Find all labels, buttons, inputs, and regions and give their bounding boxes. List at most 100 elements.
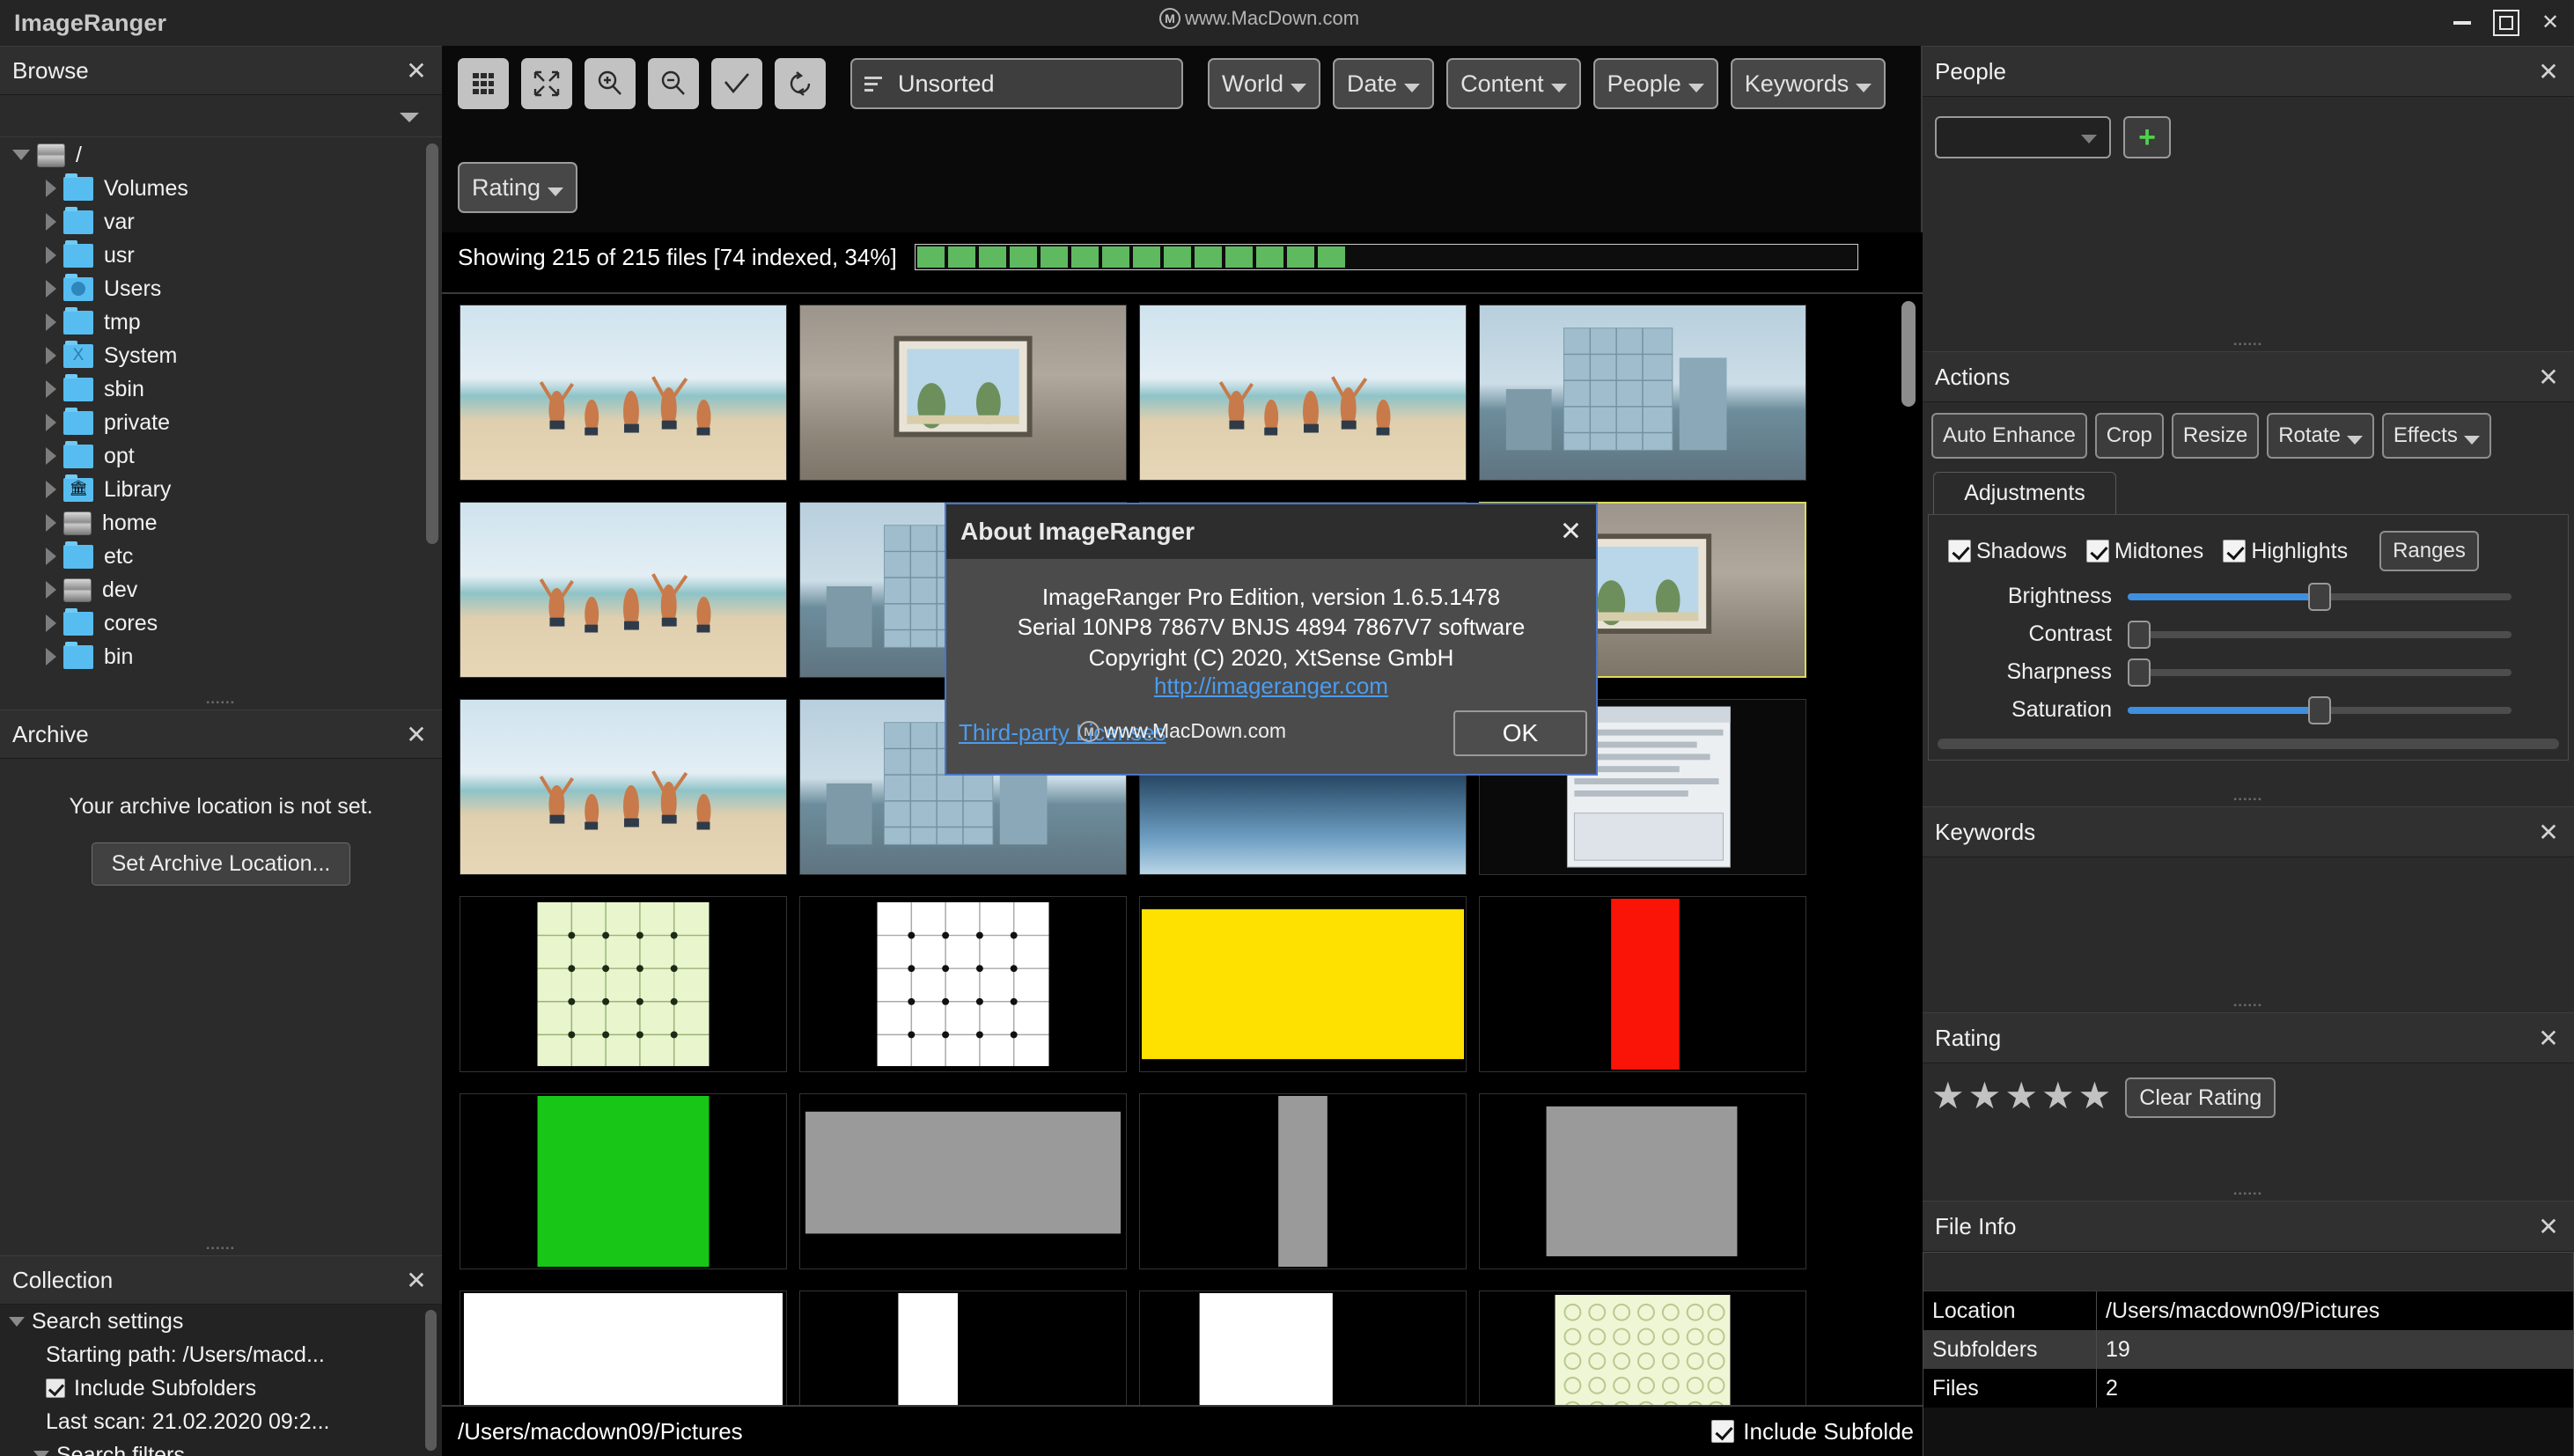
rating-star[interactable]: ★ [1931, 1077, 1965, 1114]
chevron-right-icon[interactable] [46, 180, 56, 197]
thumbnail-item[interactable] [799, 896, 1127, 1072]
collection-item[interactable]: Include Subfolders [0, 1371, 442, 1405]
close-icon[interactable]: ✕ [2535, 8, 2565, 38]
thumbnail-item[interactable] [799, 305, 1127, 481]
thumbnail-grid-area[interactable] [442, 292, 1923, 1405]
rating-star[interactable]: ★ [2041, 1077, 2075, 1114]
filter-date-button[interactable]: Date [1333, 58, 1435, 109]
chevron-right-icon[interactable] [46, 213, 56, 231]
about-close-icon[interactable]: ✕ [1560, 517, 1582, 548]
folder-tree-item[interactable]: System [0, 339, 442, 372]
chevron-right-icon[interactable] [46, 313, 56, 331]
chevron-right-icon[interactable] [46, 347, 56, 364]
chevron-down-icon[interactable] [33, 1450, 49, 1456]
highlights-toggle[interactable]: Highlights [2223, 539, 2348, 564]
rating-star[interactable]: ★ [2004, 1077, 2038, 1114]
thumbnail-item[interactable] [1139, 305, 1467, 481]
filter-world-button[interactable]: World [1208, 58, 1321, 109]
slider-handle[interactable] [2128, 658, 2151, 687]
panel-resize-grip[interactable]: ▪▪▪▪▪▪ [0, 1243, 442, 1255]
chevron-right-icon[interactable] [46, 514, 56, 532]
include-subfolders-checkbox[interactable] [46, 1379, 65, 1398]
sort-select[interactable]: Unsorted [850, 58, 1183, 109]
keywords-panel-body[interactable] [1923, 857, 2574, 1000]
thumbnail-item[interactable] [1479, 896, 1806, 1072]
filter-content-button[interactable]: Content [1446, 58, 1581, 109]
include-subfolders-checkbox[interactable] [1711, 1420, 1735, 1443]
shadows-checkbox[interactable] [1948, 540, 1971, 563]
rating-star[interactable]: ★ [2078, 1077, 2112, 1114]
about-website-link[interactable]: http://imageranger.com [946, 673, 1596, 700]
filter-people-button[interactable]: People [1592, 58, 1718, 109]
people-select[interactable] [1935, 116, 2111, 158]
actions-close-icon[interactable]: ✕ [2535, 364, 2562, 391]
collection-item[interactable]: Starting path: /Users/macd... [0, 1338, 442, 1371]
refresh-button[interactable] [775, 58, 826, 109]
folder-tree-item[interactable]: Users [0, 272, 442, 305]
browse-close-icon[interactable]: ✕ [403, 57, 430, 85]
collection-close-icon[interactable]: ✕ [403, 1267, 430, 1294]
select-all-button[interactable] [711, 58, 762, 109]
folder-tree-item[interactable]: tmp [0, 305, 442, 339]
highlights-checkbox[interactable] [2223, 540, 2247, 563]
chevron-right-icon[interactable] [46, 614, 56, 632]
rating-close-icon[interactable]: ✕ [2535, 1025, 2562, 1052]
folder-tree-item[interactable]: var [0, 205, 442, 239]
sharpness-slider[interactable] [2128, 658, 2511, 687]
thumbnail-item[interactable] [1139, 1291, 1467, 1405]
keywords-close-icon[interactable]: ✕ [2535, 819, 2562, 846]
folder-tree-item[interactable]: usr [0, 239, 442, 272]
browse-path-combo[interactable] [0, 95, 442, 137]
tab-adjustments[interactable]: Adjustments [1933, 472, 2116, 514]
clear-rating-button[interactable]: Clear Rating [2125, 1077, 2276, 1118]
panel-resize-grip[interactable]: ▪▪▪▪▪▪ [0, 697, 442, 710]
thumbnail-item[interactable] [460, 1093, 787, 1269]
folder-tree-item[interactable]: cores [0, 607, 442, 640]
effects-button[interactable]: Effects [2381, 413, 2491, 459]
chevron-right-icon[interactable] [46, 246, 56, 264]
slider-handle[interactable] [2308, 695, 2331, 724]
maximize-icon[interactable] [2493, 10, 2519, 36]
thumbnail-item[interactable] [1139, 1093, 1467, 1269]
collection-tree[interactable]: Search settings Starting path: /Users/mac… [0, 1305, 442, 1456]
thumbnail-item[interactable] [460, 305, 787, 481]
chevron-down-icon[interactable] [9, 1316, 25, 1327]
about-ok-button[interactable]: OK [1453, 710, 1587, 756]
thumbnail-scrollbar-thumb[interactable] [1901, 301, 1916, 407]
zoom-in-button[interactable] [585, 58, 636, 109]
include-subfolders-toggle[interactable]: Include Subfolde [1711, 1418, 1914, 1445]
chevron-right-icon[interactable] [46, 380, 56, 398]
shadows-toggle[interactable]: Shadows [1948, 539, 2067, 564]
resize-button[interactable]: Resize [2171, 413, 2260, 459]
folder-tree-item[interactable]: etc [0, 540, 442, 573]
panel-resize-grip[interactable]: ▪▪▪▪▪▪ [1923, 794, 2574, 806]
people-close-icon[interactable]: ✕ [2535, 58, 2562, 85]
collection-item[interactable]: Last scan: 21.02.2020 09:2... [0, 1405, 442, 1438]
collection-item[interactable]: Search settings [0, 1305, 442, 1338]
folder-tree[interactable]: / Volumes var usr Users tmp System sbin private o… [0, 138, 442, 697]
add-person-button[interactable]: + [2123, 116, 2171, 158]
panel-resize-grip[interactable]: ▪▪▪▪▪▪ [1923, 339, 2574, 351]
rotate-button[interactable]: Rotate [2267, 413, 2374, 459]
ranges-button[interactable]: Ranges [2379, 531, 2479, 571]
chevron-right-icon[interactable] [46, 447, 56, 465]
zoom-out-button[interactable] [648, 58, 699, 109]
fullscreen-button[interactable] [521, 58, 572, 109]
folder-tree-item[interactable]: bin [0, 640, 442, 673]
chevron-right-icon[interactable] [46, 581, 56, 599]
midtones-checkbox[interactable] [2085, 540, 2109, 563]
slider-handle[interactable] [2308, 582, 2331, 611]
rating-star[interactable]: ★ [1968, 1077, 2002, 1114]
slider-handle[interactable] [2128, 620, 2151, 649]
panel-resize-grip[interactable]: ▪▪▪▪▪▪ [1923, 1188, 2574, 1201]
chevron-down-icon[interactable] [12, 150, 30, 160]
star-rating-control[interactable]: ★ ★ ★ ★ ★ [1931, 1077, 2111, 1114]
collection-item[interactable]: Search filters [0, 1438, 442, 1456]
thumbnail-item[interactable] [799, 1291, 1127, 1405]
folder-tree-scrollbar-thumb[interactable] [426, 143, 438, 544]
saturation-slider[interactable] [2128, 695, 2511, 724]
crop-button[interactable]: Crop [2094, 413, 2164, 459]
thumbnail-item[interactable] [1479, 1291, 1806, 1405]
filter-keywords-button[interactable]: Keywords [1730, 58, 1886, 109]
folder-tree-item[interactable]: dev [0, 573, 442, 607]
